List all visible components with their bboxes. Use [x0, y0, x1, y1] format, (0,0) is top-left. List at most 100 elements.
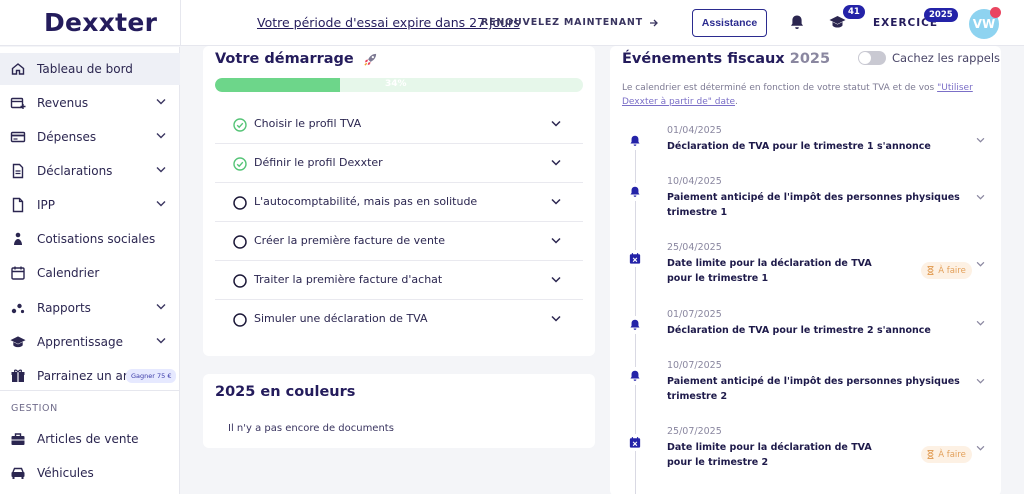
sidebar-item-label: Tableau de bord — [37, 62, 133, 76]
progress-percent: 34% — [385, 79, 407, 89]
graduation-cap-icon[interactable] — [829, 15, 846, 29]
onboarding-step[interactable]: Créer la première facture de vente — [215, 222, 583, 261]
event-title: Date limite pour la déclaration de TVA p… — [667, 258, 872, 284]
sidebar-item-calendrier[interactable]: Calendrier — [0, 257, 180, 289]
onboarding-step[interactable]: Choisir le profil TVA — [215, 105, 583, 144]
sidebar-divider — [0, 390, 180, 391]
sidebar-item-rapports[interactable]: Rapports — [0, 292, 180, 324]
onboarding-progress-bar: 34% — [215, 78, 583, 92]
sidebar-item-revenus[interactable]: Revenus — [0, 87, 180, 119]
event-title: Date limite pour la déclaration de TVA p… — [667, 442, 872, 468]
event-date: 01/07/2025 — [667, 309, 722, 320]
sidebar-item-label: Calendrier — [37, 266, 100, 280]
section-label-gestion: GESTION — [11, 403, 58, 414]
bell-icon — [629, 183, 641, 201]
car-icon — [10, 465, 26, 481]
event-title: Déclaration de TVA pour le trimestre 1 s… — [667, 141, 931, 152]
sidebar-item-articles[interactable]: Articles de vente — [0, 423, 180, 455]
sidebar-item-label: Parrainez un ami — [37, 369, 138, 383]
sidebar-item-parrainage[interactable]: Parrainez un ami Gagner 75 € — [0, 360, 180, 392]
chevron-down-icon — [156, 98, 166, 105]
renew-now-link[interactable]: RENOUVELEZ MAINTENANT — [481, 17, 659, 28]
step-label: Définir le profil Dexxter — [254, 156, 383, 169]
getting-started-title: Votre démarrage — [215, 51, 378, 67]
sidebar-item-label: Articles de vente — [37, 432, 139, 446]
chevron-down-icon — [156, 200, 166, 207]
fiscal-event[interactable]: 25/04/2025 Date limite pour la déclarati… — [622, 242, 990, 286]
event-date: 10/04/2025 — [667, 176, 722, 187]
notification-dot — [990, 7, 1001, 18]
chevron-down-icon — [976, 445, 985, 451]
calendar-icon — [10, 265, 26, 281]
chevron-down-icon — [551, 237, 561, 244]
circle-icon — [233, 235, 247, 249]
sidebar-item-declarations[interactable]: Déclarations — [0, 155, 180, 187]
check-circle-icon — [233, 118, 247, 132]
progress-fill — [215, 78, 341, 92]
circle-icon — [233, 196, 247, 210]
todo-badge: À faire — [921, 262, 972, 279]
fiscal-event[interactable]: 01/04/2025 Déclaration de TVA pour le tr… — [622, 125, 990, 157]
file-icon — [10, 197, 26, 213]
event-title: Déclaration de TVA pour le trimestre 2 s… — [667, 325, 931, 336]
chevron-down-icon — [551, 276, 561, 283]
home-icon — [10, 61, 26, 77]
onboarding-step[interactable]: L'autocomptabilité, mais pas en solitude — [215, 183, 583, 222]
toggle-knob — [859, 52, 871, 64]
sidebar-item-dashboard[interactable]: Tableau de bord — [0, 53, 180, 85]
person-icon — [10, 231, 26, 247]
bell-icon — [629, 132, 641, 150]
year-in-colors-title: 2025 en couleurs — [215, 384, 356, 400]
onboarding-step[interactable]: Définir le profil Dexxter — [215, 144, 583, 183]
bell-icon[interactable] — [789, 14, 805, 31]
sidebar: Tableau de bord Revenus Dépenses Déclara… — [0, 47, 180, 494]
onboarding-step[interactable]: Simuler une déclaration de TVA — [215, 300, 583, 339]
sidebar-item-label: Véhicules — [37, 466, 94, 480]
sidebar-item-label: Déclarations — [37, 164, 113, 178]
chevron-down-icon — [976, 320, 985, 326]
gift-icon — [10, 368, 26, 384]
sidebar-item-label: Apprentissage — [37, 335, 123, 349]
hide-reminders-toggle[interactable] — [858, 51, 886, 65]
graduation-cap-icon — [10, 334, 26, 350]
exercise-year-badge[interactable]: 2025 — [924, 8, 958, 22]
assistance-button[interactable]: Assistance — [692, 9, 767, 37]
calendar-x-icon — [629, 250, 641, 267]
sidebar-item-depenses[interactable]: Dépenses — [0, 121, 180, 153]
bell-icon — [629, 316, 641, 334]
step-label: L'autocomptabilité, mais pas en solitude — [254, 195, 478, 208]
event-title: Paiement anticipé de l'impôt des personn… — [667, 376, 960, 402]
event-date: 01/04/2025 — [667, 125, 722, 136]
fiscal-event[interactable]: 25/07/2025 Date limite pour la déclarati… — [622, 426, 990, 470]
chevron-down-icon — [551, 159, 561, 166]
fiscal-event[interactable]: 10/04/2025 Paiement anticipé de l'impôt … — [622, 176, 990, 220]
fiscal-event[interactable]: 10/07/2025 Paiement anticipé de l'impôt … — [622, 360, 990, 404]
calendar-note: Le calendrier est déterminé en fonction … — [622, 83, 973, 107]
rocket-icon — [363, 52, 378, 67]
renew-now-label: RENOUVELEZ MAINTENANT — [481, 17, 643, 28]
sidebar-item-label: Cotisations sociales — [37, 232, 156, 246]
circle-icon — [233, 313, 247, 327]
sidebar-item-cotisations[interactable]: Cotisations sociales — [0, 223, 180, 255]
sidebar-item-ipp[interactable]: IPP — [0, 189, 180, 221]
hourglass-icon — [927, 266, 934, 275]
referral-reward-tag: Gagner 75 € — [126, 369, 177, 383]
chevron-down-icon — [156, 166, 166, 173]
event-date: 10/07/2025 — [667, 360, 722, 371]
step-label: Simuler une déclaration de TVA — [254, 312, 428, 325]
revenue-icon — [10, 95, 26, 111]
sidebar-item-label: Rapports — [37, 301, 91, 315]
document-icon — [10, 163, 26, 179]
sidebar-item-apprentissage[interactable]: Apprentissage — [0, 326, 180, 358]
dexxter-logo[interactable]: Dexxter — [44, 8, 157, 37]
event-date: 25/04/2025 — [667, 242, 722, 253]
chevron-down-icon — [551, 198, 561, 205]
chevron-down-icon — [551, 120, 561, 127]
bell-icon — [629, 367, 641, 385]
fiscal-event[interactable]: 01/07/2025 Déclaration de TVA pour le tr… — [622, 309, 990, 341]
sidebar-item-vehicules[interactable]: Véhicules — [0, 457, 180, 489]
event-title: Paiement anticipé de l'impôt des personn… — [667, 192, 960, 218]
todo-badge: À faire — [921, 446, 972, 463]
header-divider — [180, 0, 181, 46]
onboarding-step[interactable]: Traiter la première facture d'achat — [215, 261, 583, 300]
